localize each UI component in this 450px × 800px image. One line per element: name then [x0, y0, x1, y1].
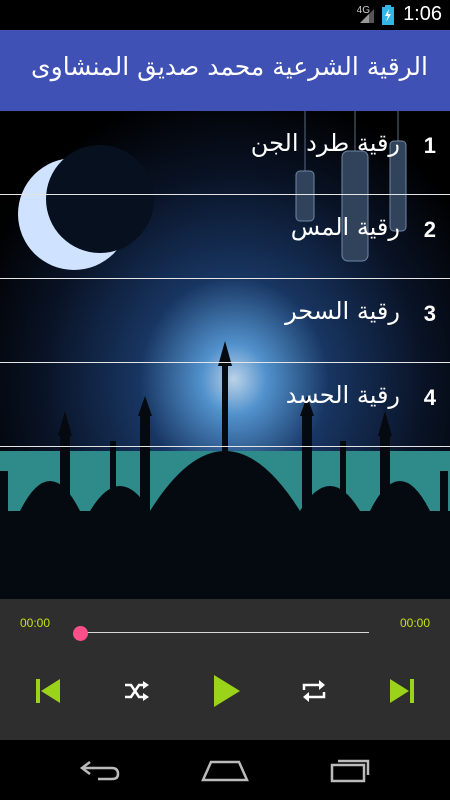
audio-player: 00:00 00:00: [0, 599, 450, 740]
skip-previous-button[interactable]: [26, 669, 70, 713]
track-number: 4: [423, 385, 436, 410]
skip-previous-icon: [36, 679, 60, 703]
status-bar: 4G 1:06: [0, 0, 450, 30]
total-time: 00:00: [399, 616, 430, 630]
back-button[interactable]: [70, 750, 130, 790]
system-nav-bar: [0, 740, 450, 800]
page-title: الرقية الشرعية محمد صديق المنشاوى: [31, 52, 428, 81]
repeat-button[interactable]: [292, 669, 336, 713]
skip-next-icon: [390, 679, 414, 703]
list-item[interactable]: 2 رقية المس: [0, 195, 450, 279]
track-title: رقية المس: [290, 213, 400, 241]
list-item[interactable]: 4 رقية الحسد: [0, 363, 450, 447]
seek-bar[interactable]: [81, 632, 369, 633]
home-button[interactable]: [195, 750, 255, 790]
list-item[interactable]: 1 رقية طرد الجن: [0, 111, 450, 195]
app-bar: الرقية الشرعية محمد صديق المنشاوى: [0, 30, 450, 111]
back-icon: [79, 761, 120, 781]
track-title: رقية السحر: [285, 297, 400, 325]
current-time: 00:00: [20, 616, 51, 630]
repeat-icon: [302, 680, 326, 702]
track-number: 3: [423, 301, 436, 326]
track-list: 1 رقية طرد الجن 2 رقية المس 3 رقية السحر…: [0, 111, 450, 447]
shuffle-button[interactable]: [114, 669, 158, 713]
battery-charging-icon: [382, 5, 394, 25]
seek-thumb[interactable]: [73, 626, 88, 641]
track-title: رقية الحسد: [285, 381, 400, 409]
skip-next-button[interactable]: [380, 669, 424, 713]
home-icon: [201, 760, 249, 782]
track-title: رقية طرد الجن: [250, 129, 400, 157]
recent-apps-button[interactable]: [320, 750, 380, 790]
list-item[interactable]: 3 رقية السحر: [0, 279, 450, 363]
shuffle-icon: [125, 681, 149, 701]
play-button[interactable]: [204, 669, 248, 713]
recent-apps-icon: [330, 759, 370, 783]
play-icon: [214, 675, 240, 707]
track-number: 1: [423, 133, 436, 158]
track-number: 2: [423, 217, 436, 242]
signal-icon: [360, 9, 374, 23]
clock: 1:06: [403, 3, 442, 25]
